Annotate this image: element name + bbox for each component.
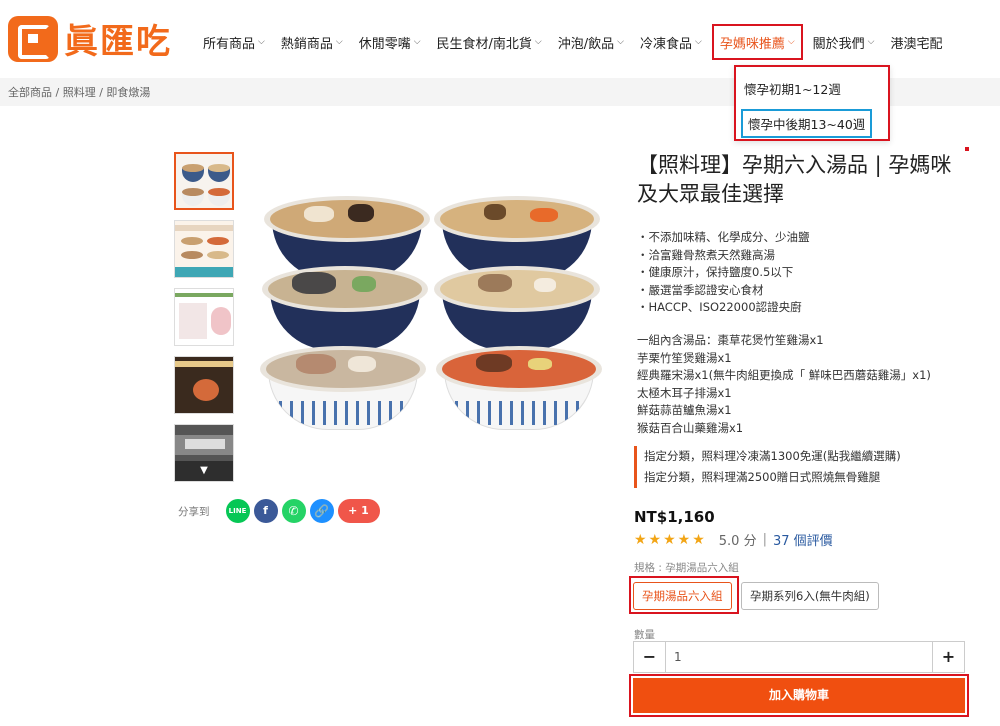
thumbnail-1[interactable]: [174, 152, 234, 210]
contents-line: 鮮菇蒜苗鱸魚湯x1: [637, 403, 732, 417]
feature-line: ・健康原汁，保持鹽度0.5以下: [637, 265, 794, 279]
promo-gift: 指定分類，照料理滿2500贈日式照燒無骨雞腿: [644, 470, 881, 484]
nav-item-snacks[interactable]: 休閒零嘴 ⌵: [351, 24, 429, 60]
main-nav: 所有商品 ⌵ 熱銷商品 ⌵ 休閒零嘴 ⌵ 民生食材/南北貨 ⌵ 沖泡/飲品 ⌵ 冷凍食品 ⌵…: [195, 24, 951, 60]
promotion-notes: 指定分類，照料理冷凍滿1300免運(點我繼續選購) 指定分類，照料理滿2500贈…: [634, 446, 901, 488]
rating-separator: |: [762, 532, 767, 547]
chevron-down-icon: ⌵: [534, 37, 542, 47]
spec-label: 規格 : 孕期湯品六入組: [634, 562, 739, 574]
share-bar: 分享到 LINE f ✆ 🔗 + 1: [178, 499, 384, 523]
quantity-stepper: − 1 +: [633, 641, 965, 673]
product-features: ・不添加味精、化學成分、少油鹽 ・洽富雞骨熬煮天然雞高湯 ・健康原汁，保持鹽度0…: [637, 229, 810, 317]
contents-line: 猴菇百合山藥雞湯x1: [637, 420, 744, 435]
main-product-image: [258, 196, 604, 448]
contents-line: 芋栗竹笙煲雞湯x1: [637, 350, 732, 365]
chevron-down-icon: ⌵: [787, 37, 795, 47]
brand-name: 眞匯吃: [64, 22, 172, 62]
contents-line: 一組內含湯品：棗草花煲竹笙雞湯x1: [637, 333, 824, 347]
rating-score: 5.0 分: [718, 534, 757, 549]
plus-one-button[interactable]: + 1: [337, 499, 380, 523]
nav-label: 民生食材/南北貨: [436, 36, 532, 52]
product-price: NT$1,160: [634, 508, 715, 526]
thumbnail-gallery: ▼: [174, 152, 236, 492]
star-rating-icon: ★★★★★: [634, 531, 707, 548]
option-six-soup-set[interactable]: 孕期湯品六入組: [633, 582, 732, 610]
quantity-input[interactable]: 1: [666, 642, 682, 672]
breadcrumb[interactable]: 全部商品 / 照料理 / 即食燉湯: [8, 84, 150, 100]
dropdown-item-early-pregnancy[interactable]: 懷孕初期1~12週: [744, 79, 841, 98]
nav-item-pregnancy[interactable]: 孕媽咪推薦 ⌵: [711, 24, 803, 60]
contents-line: 經典羅宋湯x1(無牛肉組更換成「 鮮味巴西蘑菇雞湯」x1): [637, 368, 931, 382]
thumbnail-4[interactable]: [174, 356, 234, 414]
nav-label: 港澳宅配: [890, 36, 943, 52]
chevron-down-icon: ⌵: [413, 37, 421, 47]
share-label: 分享到: [178, 505, 210, 518]
nav-item-hk-macau[interactable]: 港澳宅配: [883, 24, 951, 60]
thumbnail-5[interactable]: ▼: [174, 424, 234, 482]
product-rating: ★★★★★ 5.0 分 | 37 個評價: [634, 530, 833, 550]
line-share-icon[interactable]: LINE: [225, 499, 250, 523]
nav-item-groceries[interactable]: 民生食材/南北貨 ⌵: [429, 24, 550, 60]
copy-link-icon[interactable]: 🔗: [309, 499, 334, 523]
chevron-down-icon: ⌵: [335, 37, 343, 47]
nav-label: 孕媽咪推薦: [719, 36, 785, 52]
nav-item-all-products[interactable]: 所有商品 ⌵: [195, 24, 273, 60]
package-contents: 一組內含湯品：棗草花煲竹笙雞湯x1 芋栗竹笙煲雞湯x1 經典羅宋湯x1(無牛肉組…: [637, 332, 931, 437]
nav-label: 熱銷商品: [280, 36, 333, 52]
dropdown-item-mid-late-pregnancy[interactable]: 懷孕中後期13~40週: [741, 109, 873, 138]
feature-line: ・HACCP、ISO22000認證央廚: [637, 300, 802, 314]
chevron-down-icon: ⌵: [258, 37, 265, 47]
product-title: 【照料理】孕期六入湯品 | 孕媽咪及大眾最佳選擇: [637, 153, 952, 206]
quantity-decrease-button[interactable]: −: [634, 642, 666, 672]
pregnancy-dropdown-menu: 懷孕初期1~12週 懷孕中後期13~40週: [734, 65, 890, 141]
quantity-label: 數量: [634, 629, 655, 641]
contents-line: 太極木耳子排湯x1: [637, 385, 732, 400]
feature-line: ・嚴選當季認證安心食材: [637, 282, 764, 297]
feature-line: ・洽富雞骨熬煮天然雞高湯: [637, 247, 775, 262]
chevron-down-icon: ⌵: [867, 37, 875, 47]
logo-mark-icon: [8, 15, 58, 62]
option-six-no-beef-set[interactable]: 孕期系列6入(無牛肉組): [741, 582, 879, 610]
nav-label: 沖泡/飲品: [557, 36, 615, 52]
thumbnail-2[interactable]: [174, 220, 234, 278]
nav-label: 所有商品: [203, 36, 256, 52]
nav-item-about[interactable]: 關於我們 ⌵: [805, 24, 883, 60]
nav-item-hot-products[interactable]: 熱銷商品 ⌵: [273, 24, 351, 60]
thumbnail-scroll-down-icon[interactable]: ▼: [175, 461, 233, 481]
brand-logo[interactable]: 眞匯吃: [8, 14, 172, 63]
nav-label: 休閒零嘴: [358, 36, 411, 52]
nav-item-frozen[interactable]: 冷凍食品 ⌵: [632, 24, 710, 60]
feature-line: ・不添加味精、化學成分、少油鹽: [637, 230, 810, 244]
chevron-down-icon: ⌵: [617, 37, 624, 47]
nav-label: 關於我們: [812, 36, 865, 52]
nav-label: 冷凍食品: [639, 36, 692, 52]
nav-item-drinks[interactable]: 沖泡/飲品 ⌵: [550, 24, 632, 60]
quantity-increase-button[interactable]: +: [932, 642, 964, 672]
facebook-share-icon[interactable]: f: [253, 499, 278, 523]
whatsapp-share-icon[interactable]: ✆: [281, 499, 306, 523]
reviews-link[interactable]: 37 個評價: [773, 530, 833, 549]
marker-dot: [965, 147, 969, 151]
promo-free-shipping-link[interactable]: 指定分類，照料理冷凍滿1300免運(點我繼續選購): [644, 446, 901, 467]
thumbnail-3[interactable]: [174, 288, 234, 346]
chevron-down-icon: ⌵: [694, 37, 702, 47]
add-to-cart-button[interactable]: 加入購物車: [633, 678, 965, 713]
